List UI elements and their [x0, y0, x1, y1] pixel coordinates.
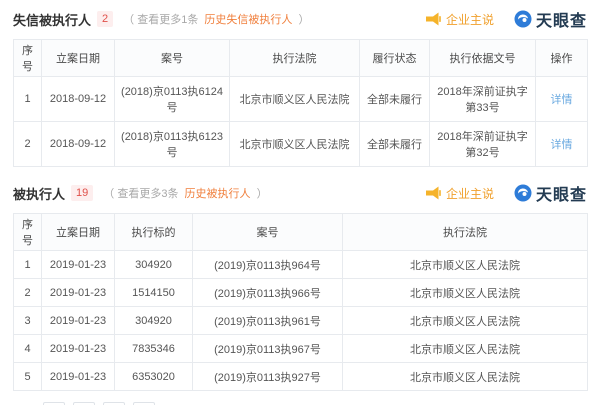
cell-no: 4 [14, 335, 42, 363]
table1-col-no: 序号 [14, 40, 42, 77]
section1-header-right: 企业主说 天眼查 [425, 7, 587, 31]
cell-target: 1514150 [115, 279, 193, 307]
cell-date: 2019-01-23 [42, 251, 115, 279]
biz-owner-label: 企业主说 [446, 11, 494, 28]
cell-caseno: (2018)京0113执6124号 [115, 77, 230, 122]
table-row: 2 2018-09-12 (2018)京0113执6123号 北京市顺义区人民法… [14, 122, 588, 167]
table1-col-basis: 执行依据文号 [430, 40, 536, 77]
section1-title: 失信被执行人 [13, 10, 91, 29]
cell-status: 全部未履行 [360, 77, 430, 122]
section2-header-right: 企业主说 天眼查 [425, 181, 587, 205]
cell-basis: 2018年深前证执字第33号 [430, 77, 536, 122]
biz-owner-label: 企业主说 [446, 185, 494, 202]
section2-history-link[interactable]: 历史被执行人 [185, 188, 251, 200]
executee-table: 序号 立案日期 执行标的 案号 执行法院 1 2019-01-23 304920… [13, 213, 588, 391]
cell-court: 北京市顺义区人民法院 [343, 363, 588, 391]
table2-header-row: 序号 立案日期 执行标的 案号 执行法院 [14, 214, 588, 251]
cell-status: 全部未履行 [360, 122, 430, 167]
section2-title: 被执行人 [13, 184, 65, 203]
section2-more-prefix: （ 查看更多3条 [103, 188, 178, 200]
cell-court: 北京市顺义区人民法院 [230, 77, 360, 122]
cell-target: 6353020 [115, 363, 193, 391]
cell-target: 304920 [115, 307, 193, 335]
megaphone-icon [425, 12, 441, 26]
cell-target: 304920 [115, 251, 193, 279]
table1-col-action: 操作 [536, 40, 588, 77]
tianyancha-logo-text: 天眼查 [536, 7, 587, 31]
section2-header: 被执行人 19 （ 查看更多3条 历史被执行人 ） 企业主说 天眼查 [13, 182, 587, 204]
cell-court: 北京市顺义区人民法院 [343, 251, 588, 279]
table-row: 3 2019-01-23 304920 (2019)京0113执961号 北京市… [14, 307, 588, 335]
cell-no: 1 [14, 251, 42, 279]
cell-no: 3 [14, 307, 42, 335]
cell-caseno: (2019)京0113执927号 [193, 363, 343, 391]
cell-target: 7835346 [115, 335, 193, 363]
table-row: 1 2018-09-12 (2018)京0113执6124号 北京市顺义区人民法… [14, 77, 588, 122]
section1-more-prefix: （ 查看更多1条 [123, 14, 198, 26]
table2-col-no: 序号 [14, 214, 42, 251]
table2-col-court: 执行法院 [343, 214, 588, 251]
megaphone-icon [425, 186, 441, 200]
cell-basis: 2018年深前证执字第32号 [430, 122, 536, 167]
section1-more: （ 查看更多1条 历史失信被执行人 ） [123, 11, 309, 27]
section1-history-link[interactable]: 历史失信被执行人 [204, 14, 292, 26]
table-row: 4 2019-01-23 7835346 (2019)京0113执967号 北京… [14, 335, 588, 363]
section2-header-left: 被执行人 19 （ 查看更多3条 历史被执行人 ） [13, 184, 268, 203]
cell-date: 2019-01-23 [42, 335, 115, 363]
table2-col-target: 执行标的 [115, 214, 193, 251]
cell-action: 详情 [536, 77, 588, 122]
table-row: 1 2019-01-23 304920 (2019)京0113执964号 北京市… [14, 251, 588, 279]
cell-date: 2019-01-23 [42, 307, 115, 335]
table1-col-date: 立案日期 [42, 40, 115, 77]
cell-court: 北京市顺义区人民法院 [230, 122, 360, 167]
cell-no: 2 [14, 279, 42, 307]
cell-action: 详情 [536, 122, 588, 167]
detail-link[interactable]: 详情 [551, 94, 573, 106]
table2-col-caseno: 案号 [193, 214, 343, 251]
cell-date: 2019-01-23 [42, 363, 115, 391]
cell-court: 北京市顺义区人民法院 [343, 279, 588, 307]
cell-caseno: (2019)京0113执964号 [193, 251, 343, 279]
section2-biz-owner-button[interactable]: 企业主说 [425, 185, 494, 202]
table1-header-row: 序号 立案日期 案号 执行法院 履行状态 执行依据文号 操作 [14, 40, 588, 77]
cell-caseno: (2018)京0113执6123号 [115, 122, 230, 167]
table2-col-date: 立案日期 [42, 214, 115, 251]
cell-caseno: (2019)京0113执966号 [193, 279, 343, 307]
section1-header-left: 失信被执行人 2 （ 查看更多1条 历史失信被执行人 ） [13, 10, 309, 29]
dishonest-executee-table: 序号 立案日期 案号 执行法院 履行状态 执行依据文号 操作 1 2018-09… [13, 39, 588, 167]
section1-count-badge: 2 [97, 11, 113, 27]
table1-col-caseno: 案号 [115, 40, 230, 77]
section2-tianyancha-logo: 天眼查 [514, 181, 587, 205]
table1-col-court: 执行法院 [230, 40, 360, 77]
section1-tianyancha-logo: 天眼查 [514, 7, 587, 31]
tianyancha-logo-icon [514, 10, 532, 28]
table-row: 5 2019-01-23 6353020 (2019)京0113执927号 北京… [14, 363, 588, 391]
section2-more-suffix: ） [257, 188, 268, 200]
section-executee: 被执行人 19 （ 查看更多3条 历史被执行人 ） 企业主说 天眼查 序号 立 [13, 182, 587, 405]
cell-court: 北京市顺义区人民法院 [343, 335, 588, 363]
section-dishonest-executee: 失信被执行人 2 （ 查看更多1条 历史失信被执行人 ） 企业主说 天眼查 序号 [13, 8, 587, 167]
section2-count-badge: 19 [71, 185, 93, 201]
table-row: 2 2019-01-23 1514150 (2019)京0113执966号 北京… [14, 279, 588, 307]
table1-col-status: 履行状态 [360, 40, 430, 77]
tianyancha-logo-text: 天眼查 [536, 181, 587, 205]
section1-more-suffix: ） [298, 14, 309, 26]
cell-no: 5 [14, 363, 42, 391]
cell-date: 2019-01-23 [42, 279, 115, 307]
cell-no: 2 [14, 122, 42, 167]
tianyancha-logo-icon [514, 184, 532, 202]
section2-more: （ 查看更多3条 历史被执行人 ） [103, 185, 267, 201]
cell-caseno: (2019)京0113执967号 [193, 335, 343, 363]
cell-caseno: (2019)京0113执961号 [193, 307, 343, 335]
cell-date: 2018-09-12 [42, 77, 115, 122]
cell-court: 北京市顺义区人民法院 [343, 307, 588, 335]
detail-link[interactable]: 详情 [551, 139, 573, 151]
cell-date: 2018-09-12 [42, 122, 115, 167]
section1-header: 失信被执行人 2 （ 查看更多1条 历史失信被执行人 ） 企业主说 天眼查 [13, 8, 587, 30]
cell-no: 1 [14, 77, 42, 122]
section1-biz-owner-button[interactable]: 企业主说 [425, 11, 494, 28]
